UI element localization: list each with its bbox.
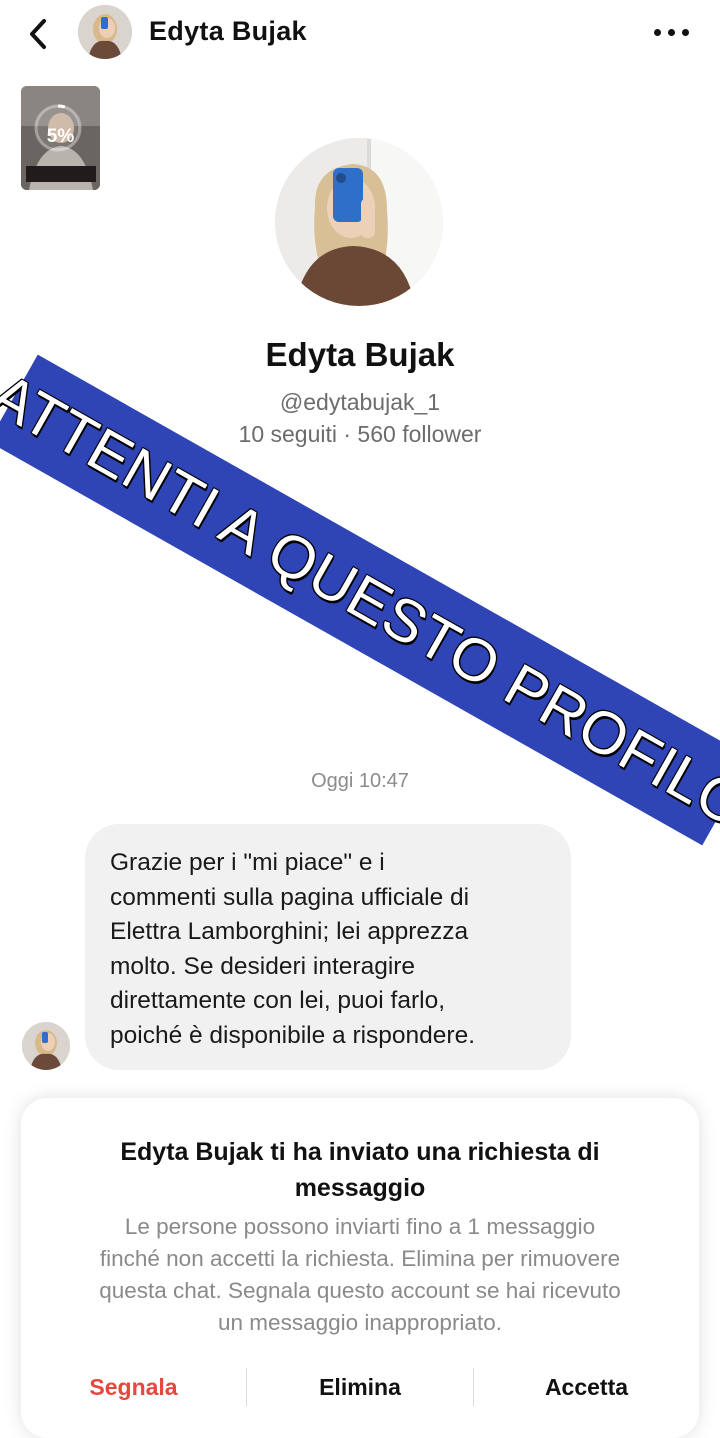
chat-header: Edyta Bujak [0, 0, 720, 70]
request-title: Edyta Bujak ti ha inviato una richiesta … [120, 1138, 600, 1202]
message-line: commenti sulla pagina ufficiale di [110, 883, 470, 911]
header-title[interactable]: Edyta Bujak [149, 16, 307, 47]
more-horizontal-icon [654, 29, 661, 36]
delete-button[interactable]: Elimina [247, 1364, 473, 1410]
message-line: molto. Se desideri interagire [110, 952, 416, 980]
message-request-card: Edyta Bujak ti ha inviato una richiesta … [21, 1098, 699, 1438]
back-button[interactable] [22, 14, 58, 54]
request-actions: Segnala Elimina Accetta [21, 1364, 699, 1410]
profile-name: Edyta Bujak [265, 336, 455, 373]
message-line: Grazie per i "mi piace" e i [110, 849, 385, 876]
message-bubble[interactable]: Grazie per i "mi piace" e i commenti sul… [85, 824, 571, 1070]
message-line: Elettra Lamborghini; lei apprezza [110, 918, 469, 945]
report-button[interactable]: Segnala [21, 1364, 246, 1410]
message-line: direttamente con lei, puoi farlo, [110, 987, 446, 1014]
profile-avatar[interactable] [275, 138, 443, 306]
message-timestamp: Oggi 10:47 [311, 770, 409, 792]
header-avatar[interactable] [78, 5, 132, 59]
chevron-left-icon [30, 19, 46, 49]
request-description: Le persone possono inviarti fino a 1 mes… [99, 1214, 621, 1335]
upload-progress-label: 5% [46, 126, 75, 147]
more-options-button[interactable] [650, 20, 694, 46]
sender-avatar[interactable] [22, 1022, 70, 1070]
video-upload-thumbnail[interactable]: 5% [21, 86, 100, 190]
accept-button[interactable]: Accetta [474, 1364, 699, 1410]
message-line: poiché è disponibile a rispondere. [110, 1021, 476, 1049]
